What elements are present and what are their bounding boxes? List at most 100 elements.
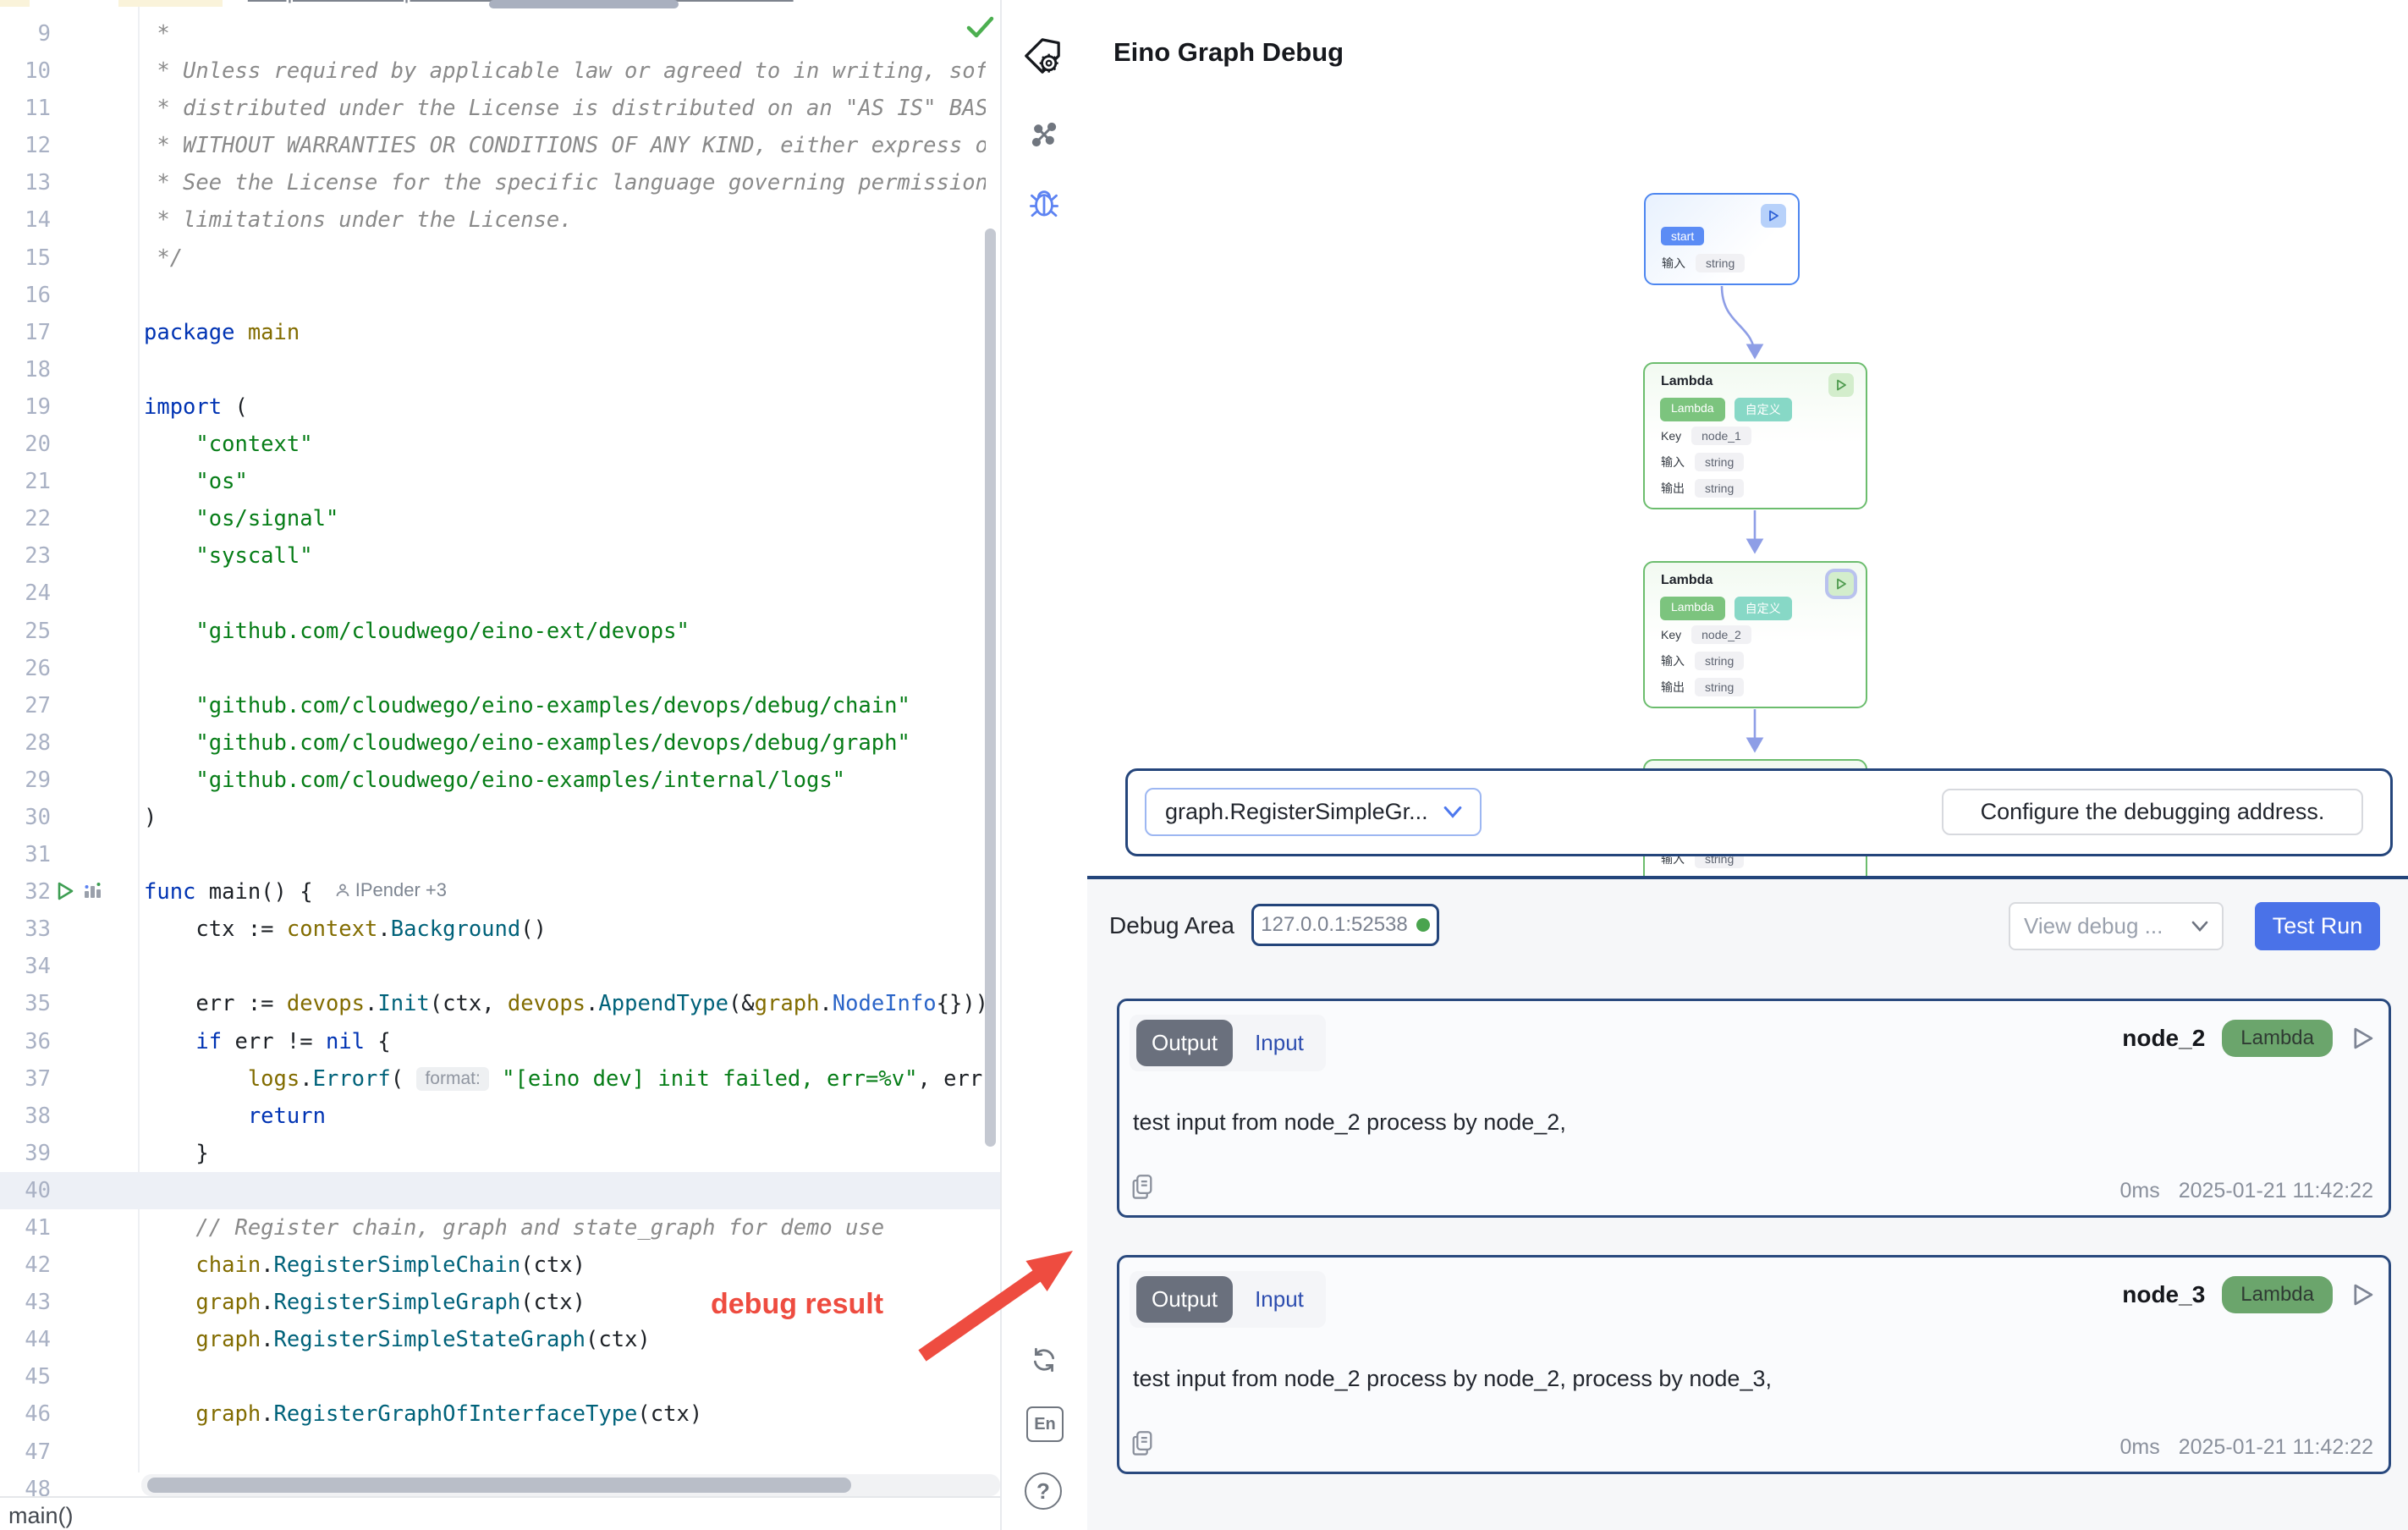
line-number: 48 (0, 1471, 51, 1496)
code-line[interactable]: 33 ctx := context.Background() (0, 911, 1000, 948)
code-line[interactable]: 14 * limitations under the License. (0, 201, 1000, 239)
result-tabs: Output Input (1130, 1271, 1326, 1328)
result-meta: 0ms2025-01-21 11:42:22 (2119, 1435, 2373, 1460)
line-number: 41 (0, 1209, 51, 1247)
code-line[interactable]: 15 */ (0, 239, 1000, 277)
help-icon[interactable]: ? (1025, 1472, 1062, 1510)
node-field-row: 输入string (1661, 652, 1744, 670)
node-run-icon[interactable] (1761, 204, 1786, 228)
node-type-chip: Lambda (2222, 1276, 2333, 1313)
copy-icon[interactable] (1130, 1174, 1154, 1205)
code-text: */ (144, 239, 986, 277)
code-line[interactable]: 32func main() { IPender +3 (0, 873, 1000, 911)
code-line[interactable]: 25 "github.com/cloudwego/eino-ext/devops… (0, 613, 1000, 650)
code-line[interactable]: 18 (0, 351, 1000, 388)
code-line[interactable]: 21 "os" (0, 463, 1000, 500)
tab-input[interactable]: Input (1255, 1030, 1319, 1056)
graph-canvas[interactable]: start输入string LambdaLambda自定义Keynode_1输入s… (1087, 85, 2408, 876)
code-line[interactable]: 9 * (0, 15, 1000, 52)
code-vision-authors[interactable]: IPender +3 (335, 879, 447, 901)
line-number: 19 (0, 388, 51, 426)
copy-icon[interactable] (1130, 1430, 1154, 1461)
code-line[interactable]: 13 * See the License for the specific la… (0, 164, 1000, 201)
line-number: 14 (0, 201, 51, 239)
node-run-icon[interactable] (1828, 572, 1854, 596)
code-line[interactable]: 17package main (0, 314, 1000, 351)
code-line[interactable]: 34 (0, 948, 1000, 985)
top-scrollbar-thumb[interactable] (489, 0, 679, 8)
code-line[interactable]: 10 * Unless required by applicable law o… (0, 52, 1000, 90)
code-line[interactable]: 31 (0, 836, 1000, 873)
graph-topology-icon[interactable] (1025, 115, 1064, 154)
code-line[interactable]: 46 graph.RegisterGraphOfInterfaceType(ct… (0, 1395, 1000, 1433)
code-line[interactable]: 11 * distributed under the License is di… (0, 90, 1000, 127)
code-line[interactable]: 39 } (0, 1135, 1000, 1172)
code-line[interactable]: 36 if err != nil { (0, 1023, 1000, 1060)
code-line[interactable]: 20 "context" (0, 426, 1000, 463)
node-field-row: Keynode_1 (1661, 427, 1751, 445)
code-line[interactable]: 47 (0, 1434, 1000, 1471)
graph-node-node_2[interactable]: LambdaLambda自定义Keynode_2输入string输出string (1643, 561, 1867, 708)
test-run-button[interactable]: Test Run (2255, 902, 2380, 950)
code-line[interactable]: 45 (0, 1358, 1000, 1395)
code-line[interactable]: 44 graph.RegisterSimpleStateGraph(ctx) (0, 1321, 1000, 1358)
graph-node-node_1[interactable]: LambdaLambda自定义Keynode_1输入string输出string (1643, 362, 1867, 509)
code-line[interactable]: 23 "syscall" (0, 537, 1000, 575)
language-en-icon[interactable]: En (1026, 1406, 1064, 1442)
node-run-icon[interactable] (1828, 373, 1854, 397)
code-text: chain.RegisterSimpleChain(ctx) (144, 1247, 986, 1284)
code-line[interactable]: 37 logs.Errorf( format: "[eino dev] init… (0, 1060, 1000, 1098)
node-field-value: string (1695, 453, 1744, 471)
code-text: graph.RegisterGraphOfInterfaceType(ctx) (144, 1395, 986, 1433)
debug-bug-icon[interactable] (1025, 183, 1064, 222)
code-line[interactable]: 12 * WITHOUT WARRANTIES OR CONDITIONS OF… (0, 127, 1000, 164)
code-line[interactable]: 28 "github.com/cloudwego/eino-examples/d… (0, 724, 1000, 762)
line-number: 38 (0, 1098, 51, 1135)
graph-select-dropdown[interactable]: graph.RegisterSimpleGr... (1145, 788, 1482, 836)
code-line[interactable]: 19import ( (0, 388, 1000, 426)
profiler-icon[interactable] (83, 881, 103, 904)
line-number: 37 (0, 1060, 51, 1098)
graph-node-start[interactable]: start输入string (1644, 193, 1800, 285)
eino-logo-icon[interactable] (1023, 37, 1062, 76)
editor-horizontal-scrollbar-thumb[interactable] (147, 1478, 851, 1493)
code-line[interactable]: 41 // Register chain, graph and state_gr… (0, 1209, 1000, 1247)
code-line[interactable]: 42 chain.RegisterSimpleChain(ctx) (0, 1247, 1000, 1284)
editor-vertical-scrollbar[interactable] (985, 228, 996, 1147)
code-editor[interactable]: * http://www.apache.org/licenses/LICENSE… (0, 0, 1000, 1496)
code-text: "context" (144, 426, 986, 463)
tab-output[interactable]: Output (1136, 1276, 1233, 1323)
node-play-icon[interactable] (2350, 1282, 2375, 1307)
run-main-icon[interactable] (56, 881, 74, 905)
node-field-label: 输入 (1661, 652, 1685, 669)
code-line[interactable]: 35 err := devops.Init(ctx, devops.Append… (0, 985, 1000, 1022)
code-line[interactable]: 29 "github.com/cloudwego/eino-examples/i… (0, 762, 1000, 799)
app-window: * http://www.apache.org/licenses/LICENSE… (0, 0, 2408, 1530)
code-text: ) (144, 799, 986, 836)
debug-address-badge[interactable]: 127.0.0.1:52538 (1251, 904, 1439, 946)
custom-chip: 自定义 (1735, 597, 1792, 620)
configure-address-button[interactable]: Configure the debugging address. (1942, 789, 2363, 835)
section-separator[interactable] (1087, 876, 2408, 879)
code-line[interactable]: 16 (0, 277, 1000, 314)
node-play-icon[interactable] (2350, 1026, 2375, 1051)
debug-area-label: Debug Area (1109, 912, 1234, 939)
code-text: logs.Errorf( format: "[eino dev] init fa… (144, 1060, 986, 1098)
tab-output[interactable]: Output (1136, 1020, 1233, 1066)
tab-input[interactable]: Input (1255, 1286, 1319, 1313)
code-line[interactable]: 40 (0, 1172, 1000, 1209)
node-field-row: Keynode_2 (1661, 625, 1751, 644)
breadcrumb-main[interactable]: main() (8, 1503, 74, 1529)
node-field-label: Key (1661, 628, 1681, 641)
code-line[interactable]: 27 "github.com/cloudwego/eino-examples/d… (0, 687, 1000, 724)
code-line[interactable]: 38 return (0, 1098, 1000, 1135)
inspections-ok-check-icon[interactable] (966, 15, 995, 41)
debug-address: 127.0.0.1:52538 (1261, 913, 1408, 937)
code-line[interactable]: 22 "os/signal" (0, 500, 1000, 537)
code-line[interactable]: 30) (0, 799, 1000, 836)
code-line[interactable]: 24 (0, 575, 1000, 612)
line-number: 11 (0, 90, 51, 127)
refresh-icon[interactable] (1025, 1340, 1064, 1379)
code-line[interactable]: 26 (0, 650, 1000, 687)
view-debug-dropdown[interactable]: View debug ... (2009, 902, 2224, 950)
